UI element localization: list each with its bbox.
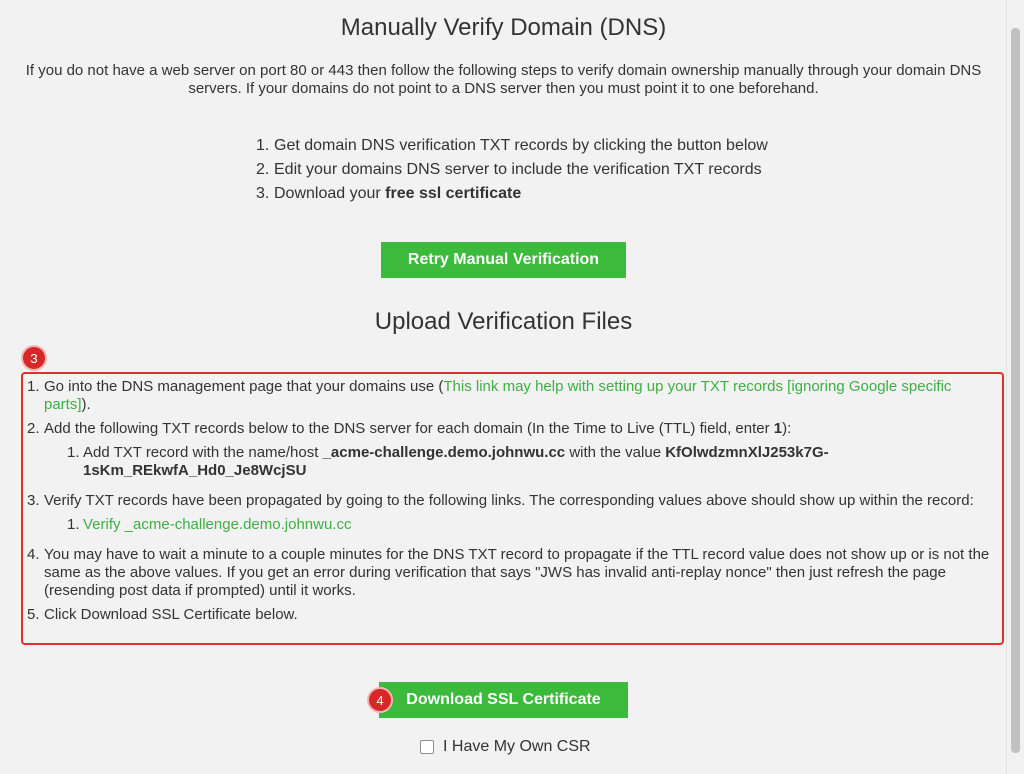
own-csr-checkbox[interactable]	[420, 740, 434, 754]
steps-list: 1. Get domain DNS verification TXT record…	[256, 134, 768, 206]
sub-instruction-text: Add TXT record with the name/host	[83, 444, 323, 461]
step-text: Get domain DNS verification TXT records …	[274, 137, 768, 154]
step-text-bold: free ssl certificate	[385, 185, 522, 202]
sub-instruction-item: 1. Verify _acme-challenge.demo.johnwu.cc	[27, 516, 997, 534]
sub-instruction-item: 1. Add TXT record with the name/host _ac…	[27, 444, 883, 480]
step-number: 3.	[256, 185, 270, 202]
step-number: 1.	[256, 137, 270, 154]
instruction-text: Add the following TXT records below to t…	[44, 420, 774, 437]
vertical-scrollbar[interactable]	[1006, 0, 1024, 774]
instruction-number: 3.	[27, 492, 40, 509]
scrollbar-thumb[interactable]	[1011, 28, 1020, 753]
instruction-item: 5. Click Download SSL Certificate below.	[27, 606, 997, 624]
instruction-number: 1.	[27, 378, 40, 395]
instruction-number: 2.	[27, 420, 40, 437]
step-text: Edit your domains DNS server to include …	[274, 161, 762, 178]
ttl-value: 1	[773, 420, 783, 437]
own-csr-label: I Have My Own CSR	[443, 738, 591, 755]
retry-manual-verification-button[interactable]: Retry Manual Verification	[381, 242, 626, 278]
instruction-text: Verify TXT records have been propagated …	[44, 492, 974, 509]
instruction-number: 4.	[27, 546, 40, 563]
txt-record-host: _acme-challenge.demo.johnwu.cc	[322, 444, 566, 461]
verify-txt-record-link[interactable]: Verify _acme-challenge.demo.johnwu.cc	[83, 516, 351, 533]
annotation-badge-3: 3	[21, 345, 47, 371]
instruction-text: You may have to wait a minute to a coupl…	[44, 546, 990, 599]
instruction-text: Click Download SSL Certificate below.	[44, 606, 298, 623]
step-item: 2. Edit your domains DNS server to includ…	[256, 158, 768, 182]
intro-text: If you do not have a web server on port …	[25, 62, 982, 97]
instruction-number: 5.	[27, 606, 40, 623]
instruction-item: 4. You may have to wait a minute to a co…	[27, 546, 997, 600]
page-title: Manually Verify Domain (DNS)	[340, 14, 667, 41]
instruction-text-end: ).	[81, 396, 91, 413]
annotation-badge-4: 4	[367, 687, 393, 713]
instructions-list: 1. Go into the DNS management page that …	[27, 378, 997, 624]
step-text: Download your	[274, 185, 386, 202]
sub-instruction-number: 1.	[67, 444, 80, 461]
step-item: 1. Get domain DNS verification TXT record…	[256, 134, 768, 158]
step-number: 2.	[256, 161, 270, 178]
sub-instruction-text-middle: with the value	[565, 444, 666, 461]
step-item: 3. Download your free ssl certificate	[256, 182, 768, 206]
own-csr-option[interactable]: I Have My Own CSR	[420, 738, 591, 756]
sub-instruction-number: 1.	[67, 516, 80, 533]
instruction-text-end: ):	[782, 420, 792, 437]
instruction-item: 3. Verify TXT records have been propagat…	[27, 492, 997, 510]
download-ssl-certificate-button[interactable]: Download SSL Certificate	[379, 682, 628, 718]
instruction-text: Go into the DNS management page that you…	[44, 378, 444, 395]
instruction-item: 1. Go into the DNS management page that …	[27, 378, 997, 414]
instruction-item: 2. Add the following TXT records below t…	[27, 420, 997, 438]
upload-section-title: Upload Verification Files	[374, 308, 633, 335]
